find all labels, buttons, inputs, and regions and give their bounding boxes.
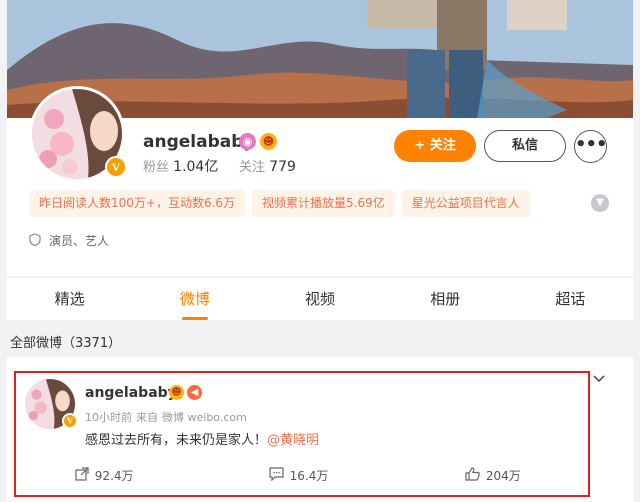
comment-count: 16.4万	[289, 469, 329, 483]
profile-tabs: 精选 微博 视频 相册 超话	[7, 278, 633, 320]
comment-icon	[269, 467, 284, 484]
follow-button[interactable]: + 关注	[394, 130, 476, 162]
like-button[interactable]: 204万	[396, 467, 590, 484]
repost-count: 92.4万	[94, 469, 134, 483]
tag-reads[interactable]: 昨日阅读人数100万+，互动数6.6万	[29, 190, 246, 217]
chevron-down-icon[interactable]: ▼	[591, 194, 609, 212]
profile-tags: 昨日阅读人数100万+，互动数6.6万 视频累计播放量5.69亿 星光公益项目代…	[29, 190, 530, 217]
post-text: 感恩过去所有，未来仍是家人！@黄晓明	[85, 429, 319, 448]
post-author-badges: ☻ ◀	[169, 385, 202, 400]
fans-label: 粉丝	[143, 160, 170, 175]
member-icon[interactable]: ◉	[239, 133, 256, 150]
following-count[interactable]: 779	[269, 159, 296, 175]
shield-icon	[29, 232, 41, 249]
more-options-button[interactable]: •••	[574, 130, 608, 163]
tag-video-plays[interactable]: 视频累计播放量5.69亿	[252, 190, 395, 217]
fans-count[interactable]: 1.04亿	[173, 159, 218, 175]
tab-super-topic[interactable]: 超话	[508, 278, 633, 320]
post-card: V angelababy ☻ ◀ 10小时前 来自 微博 weibo.com 感…	[7, 357, 633, 502]
profile-stats: 粉丝 1.04亿 关注 779	[143, 156, 296, 176]
post-source: 微博 weibo.com	[162, 411, 247, 424]
tab-albums[interactable]: 相册	[383, 278, 508, 320]
post-source-prefix: 来自	[136, 411, 158, 424]
identity-line: 演员、艺人	[29, 232, 109, 249]
post-meta: 10小时前 来自 微博 weibo.com	[85, 409, 247, 425]
mention-link[interactable]: @黄晓明	[267, 433, 319, 448]
fan-medal-icon[interactable]: ☻	[260, 133, 277, 150]
repost-button[interactable]: 92.4万	[7, 467, 201, 484]
thumbs-up-icon	[465, 467, 480, 484]
post-author[interactable]: angelababy	[85, 385, 177, 401]
profile-badges: ◉ ☻	[239, 133, 277, 150]
tab-videos[interactable]: 视频	[257, 278, 382, 320]
identity-text: 演员、艺人	[49, 234, 110, 248]
megaphone-icon[interactable]: ◀	[187, 385, 202, 400]
post-verified-badge: V	[62, 413, 78, 429]
verified-badge: V	[105, 156, 127, 178]
comment-button[interactable]: 16.4万	[201, 467, 395, 484]
like-count: 204万	[485, 469, 521, 483]
post-actions: 92.4万 16.4万 204万	[7, 467, 590, 484]
posts-count: 全部微博（3371）	[10, 336, 122, 351]
chevron-down-icon[interactable]	[593, 371, 605, 387]
repost-icon	[75, 467, 89, 484]
post-body: 感恩过去所有，未来仍是家人！	[85, 433, 268, 448]
fan-medal-icon[interactable]: ☻	[169, 385, 184, 400]
tag-charity[interactable]: 星光公益项目代言人	[401, 190, 530, 217]
tab-featured[interactable]: 精选	[7, 278, 132, 320]
message-button[interactable]: 私信	[484, 130, 566, 162]
post-time[interactable]: 10小时前	[85, 409, 132, 425]
tab-weibo[interactable]: 微博	[132, 278, 257, 320]
following-label: 关注	[239, 160, 266, 175]
profile-name: angelababy	[143, 132, 255, 152]
profile-card: V angelababy ◉ ☻ 粉丝 1.04亿 关注 779 + 关注 私信…	[7, 86, 633, 276]
